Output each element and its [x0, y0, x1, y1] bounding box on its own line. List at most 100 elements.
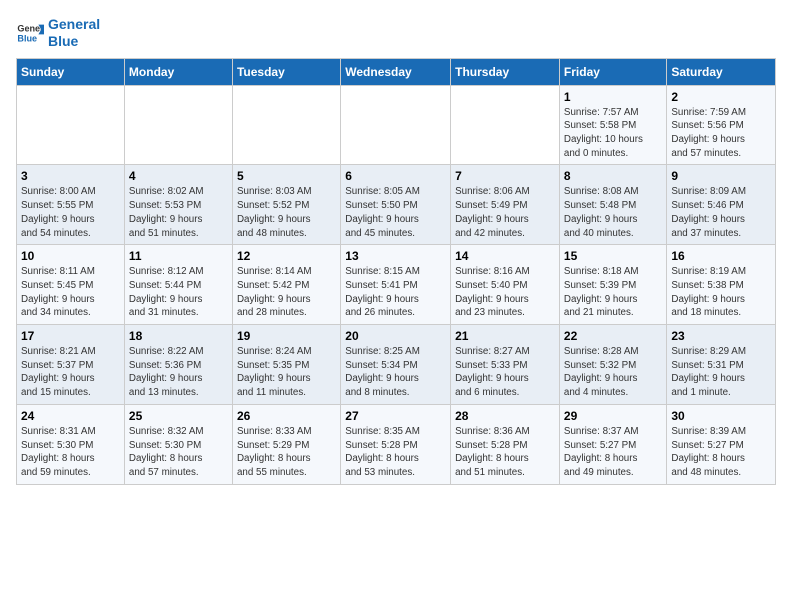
calendar-day: 16Sunrise: 8:19 AM Sunset: 5:38 PM Dayli… — [667, 245, 776, 325]
weekday-header-tuesday: Tuesday — [232, 58, 340, 85]
calendar-day: 14Sunrise: 8:16 AM Sunset: 5:40 PM Dayli… — [451, 245, 560, 325]
calendar-day: 6Sunrise: 8:05 AM Sunset: 5:50 PM Daylig… — [341, 165, 451, 245]
day-number: 5 — [237, 169, 336, 183]
weekday-header-row: SundayMondayTuesdayWednesdayThursdayFrid… — [17, 58, 776, 85]
day-number: 10 — [21, 249, 120, 263]
calendar-table: SundayMondayTuesdayWednesdayThursdayFrid… — [16, 58, 776, 485]
day-info: Sunrise: 8:28 AM Sunset: 5:32 PM Dayligh… — [564, 345, 662, 400]
logo-icon: General Blue — [16, 19, 44, 47]
day-number: 12 — [237, 249, 336, 263]
day-info: Sunrise: 8:39 AM Sunset: 5:27 PM Dayligh… — [671, 425, 771, 480]
day-number: 23 — [671, 329, 771, 343]
calendar-day: 17 Sunrise: 8:21 AM Sunset: 5:37 PM Dayli… — [17, 325, 125, 405]
day-number: 4 — [129, 169, 228, 183]
day-number: 11 — [129, 249, 228, 263]
calendar-day — [232, 85, 340, 165]
calendar-day: 27 Sunrise: 8:35 AM Sunset: 5:28 PM Dayli… — [341, 404, 451, 484]
day-info: Sunrise: 8:37 AM Sunset: 5:27 PM Dayligh… — [564, 425, 662, 480]
calendar-week-3: 10 Sunrise: 8:11 AM Sunset: 5:45 PM Dayli… — [17, 245, 776, 325]
day-info: Sunrise: 8:35 AM Sunset: 5:28 PM Dayligh… — [345, 425, 446, 480]
day-number: 21 — [455, 329, 555, 343]
day-info: Sunrise: 8:12 AM Sunset: 5:44 PM Dayligh… — [129, 265, 228, 320]
calendar-day: 26Sunrise: 8:33 AM Sunset: 5:29 PM Dayli… — [232, 404, 340, 484]
calendar-day: 18 Sunrise: 8:22 AM Sunset: 5:36 PM Dayli… — [124, 325, 232, 405]
day-info: Sunrise: 8:14 AM Sunset: 5:42 PM Dayligh… — [237, 265, 336, 320]
logo-text: GeneralBlue — [48, 16, 100, 50]
calendar-day — [17, 85, 125, 165]
calendar-day: 15 Sunrise: 8:18 AM Sunset: 5:39 PM Dayli… — [559, 245, 666, 325]
calendar-day: 8Sunrise: 8:08 AM Sunset: 5:48 PM Daylig… — [559, 165, 666, 245]
calendar-day: 4 Sunrise: 8:02 AM Sunset: 5:53 PM Daylig… — [124, 165, 232, 245]
day-info: Sunrise: 8:25 AM Sunset: 5:34 PM Dayligh… — [345, 345, 446, 400]
day-number: 17 — [21, 329, 120, 343]
calendar-day: 3 Sunrise: 8:00 AM Sunset: 5:55 PM Daylig… — [17, 165, 125, 245]
day-info: Sunrise: 8:03 AM Sunset: 5:52 PM Dayligh… — [237, 185, 336, 240]
page-header: General Blue GeneralBlue — [16, 16, 776, 50]
calendar-day: 25Sunrise: 8:32 AM Sunset: 5:30 PM Dayli… — [124, 404, 232, 484]
day-info: Sunrise: 8:22 AM Sunset: 5:36 PM Dayligh… — [129, 345, 228, 400]
day-info: Sunrise: 8:31 AM Sunset: 5:30 PM Dayligh… — [21, 425, 120, 480]
day-number: 3 — [21, 169, 120, 183]
day-info: Sunrise: 8:24 AM Sunset: 5:35 PM Dayligh… — [237, 345, 336, 400]
day-number: 8 — [564, 169, 662, 183]
day-info: Sunrise: 8:00 AM Sunset: 5:55 PM Dayligh… — [21, 185, 120, 240]
day-number: 27 — [345, 409, 446, 423]
calendar-day: 7Sunrise: 8:06 AM Sunset: 5:49 PM Daylig… — [451, 165, 560, 245]
calendar-week-2: 3 Sunrise: 8:00 AM Sunset: 5:55 PM Daylig… — [17, 165, 776, 245]
calendar-day: 1 Sunrise: 7:57 AM Sunset: 5:58 PM Daylig… — [559, 85, 666, 165]
day-info: Sunrise: 8:32 AM Sunset: 5:30 PM Dayligh… — [129, 425, 228, 480]
day-number: 22 — [564, 329, 662, 343]
day-info: Sunrise: 8:06 AM Sunset: 5:49 PM Dayligh… — [455, 185, 555, 240]
weekday-header-thursday: Thursday — [451, 58, 560, 85]
calendar-week-1: 1 Sunrise: 7:57 AM Sunset: 5:58 PM Daylig… — [17, 85, 776, 165]
day-number: 13 — [345, 249, 446, 263]
calendar-day — [451, 85, 560, 165]
calendar-day — [341, 85, 451, 165]
calendar-day: 28Sunrise: 8:36 AM Sunset: 5:28 PM Dayli… — [451, 404, 560, 484]
calendar-day: 20Sunrise: 8:25 AM Sunset: 5:34 PM Dayli… — [341, 325, 451, 405]
calendar-day: 9 Sunrise: 8:09 AM Sunset: 5:46 PM Daylig… — [667, 165, 776, 245]
calendar-day: 23 Sunrise: 8:29 AM Sunset: 5:31 PM Dayli… — [667, 325, 776, 405]
day-info: Sunrise: 8:11 AM Sunset: 5:45 PM Dayligh… — [21, 265, 120, 320]
day-info: Sunrise: 8:15 AM Sunset: 5:41 PM Dayligh… — [345, 265, 446, 320]
calendar-day: 13 Sunrise: 8:15 AM Sunset: 5:41 PM Dayli… — [341, 245, 451, 325]
calendar-day: 24 Sunrise: 8:31 AM Sunset: 5:30 PM Dayli… — [17, 404, 125, 484]
day-info: Sunrise: 8:18 AM Sunset: 5:39 PM Dayligh… — [564, 265, 662, 320]
calendar-day: 30 Sunrise: 8:39 AM Sunset: 5:27 PM Dayli… — [667, 404, 776, 484]
day-info: Sunrise: 8:36 AM Sunset: 5:28 PM Dayligh… — [455, 425, 555, 480]
day-number: 2 — [671, 90, 771, 104]
day-info: Sunrise: 8:27 AM Sunset: 5:33 PM Dayligh… — [455, 345, 555, 400]
weekday-header-saturday: Saturday — [667, 58, 776, 85]
day-number: 15 — [564, 249, 662, 263]
day-number: 29 — [564, 409, 662, 423]
day-number: 24 — [21, 409, 120, 423]
calendar-header: SundayMondayTuesdayWednesdayThursdayFrid… — [17, 58, 776, 85]
calendar-day: 19 Sunrise: 8:24 AM Sunset: 5:35 PM Dayli… — [232, 325, 340, 405]
calendar-week-4: 17 Sunrise: 8:21 AM Sunset: 5:37 PM Dayli… — [17, 325, 776, 405]
calendar-day: 10 Sunrise: 8:11 AM Sunset: 5:45 PM Dayli… — [17, 245, 125, 325]
day-number: 30 — [671, 409, 771, 423]
day-info: Sunrise: 8:19 AM Sunset: 5:38 PM Dayligh… — [671, 265, 771, 320]
weekday-header-sunday: Sunday — [17, 58, 125, 85]
weekday-header-friday: Friday — [559, 58, 666, 85]
day-info: Sunrise: 7:59 AM Sunset: 5:56 PM Dayligh… — [671, 106, 771, 161]
weekday-header-wednesday: Wednesday — [341, 58, 451, 85]
day-info: Sunrise: 8:09 AM Sunset: 5:46 PM Dayligh… — [671, 185, 771, 240]
calendar-day: 12 Sunrise: 8:14 AM Sunset: 5:42 PM Dayli… — [232, 245, 340, 325]
day-info: Sunrise: 8:21 AM Sunset: 5:37 PM Dayligh… — [21, 345, 120, 400]
calendar-week-5: 24 Sunrise: 8:31 AM Sunset: 5:30 PM Dayli… — [17, 404, 776, 484]
day-info: Sunrise: 8:02 AM Sunset: 5:53 PM Dayligh… — [129, 185, 228, 240]
day-number: 18 — [129, 329, 228, 343]
logo: General Blue GeneralBlue — [16, 16, 100, 50]
day-info: Sunrise: 8:29 AM Sunset: 5:31 PM Dayligh… — [671, 345, 771, 400]
calendar-day: 5 Sunrise: 8:03 AM Sunset: 5:52 PM Daylig… — [232, 165, 340, 245]
day-number: 1 — [564, 90, 662, 104]
day-number: 6 — [345, 169, 446, 183]
calendar-day: 2 Sunrise: 7:59 AM Sunset: 5:56 PM Daylig… — [667, 85, 776, 165]
day-number: 19 — [237, 329, 336, 343]
weekday-header-monday: Monday — [124, 58, 232, 85]
day-info: Sunrise: 8:33 AM Sunset: 5:29 PM Dayligh… — [237, 425, 336, 480]
day-info: Sunrise: 7:57 AM Sunset: 5:58 PM Dayligh… — [564, 106, 662, 161]
day-number: 9 — [671, 169, 771, 183]
calendar-day: 22 Sunrise: 8:28 AM Sunset: 5:32 PM Dayli… — [559, 325, 666, 405]
